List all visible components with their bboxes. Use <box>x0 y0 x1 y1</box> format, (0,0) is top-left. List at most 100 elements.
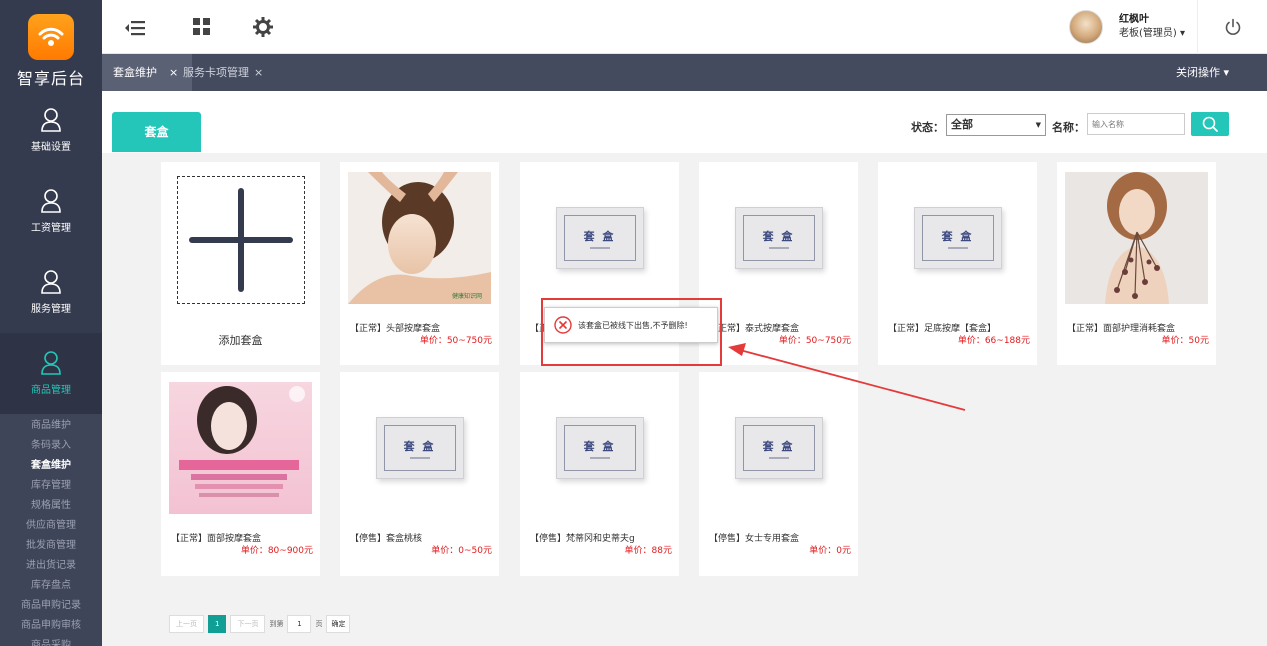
menu-item-label: 基础设置 <box>31 142 71 153</box>
submenu: 商品维护 条码录入 套盒维护 库存管理 规格属性 供应商管理 批发商管理 进出货… <box>0 414 102 646</box>
tab-box-maintenance[interactable]: 套盒维护 × <box>102 54 193 91</box>
product-price: 单价：50~750元 <box>419 336 492 346</box>
tab-service-card[interactable]: 服务卡项管理 × <box>183 54 263 91</box>
page-number-input[interactable]: 1 <box>287 615 312 633</box>
product-card[interactable]: 【正常】面部护理消耗套盒 单价：50元 <box>1057 162 1216 365</box>
status-select[interactable]: 全部 ▼ <box>946 114 1046 136</box>
product-image <box>169 382 312 514</box>
product-card[interactable]: 套 盒 【正常】足底按摩【套盒】 单价：66~188元 <box>878 162 1037 365</box>
page-1-button[interactable]: 1 <box>208 615 227 633</box>
close-operations-dropdown[interactable]: 关闭操作 ▾ <box>1176 54 1229 91</box>
avatar <box>1068 10 1103 44</box>
product-image: 套 盒 <box>528 382 671 514</box>
product-card[interactable]: 套 盒 【停售】梵蒂冈和史蒂夫g 单价：88元 <box>520 372 679 576</box>
submenu-item[interactable]: 进出货记录 <box>0 556 102 576</box>
gear-icon[interactable] <box>252 16 276 40</box>
plus-icon <box>189 188 293 292</box>
pagination: 上一页 1 下一页 到第 1 页 确定 <box>169 615 351 633</box>
search-button[interactable] <box>1191 112 1229 136</box>
submenu-item[interactable]: 供应商管理 <box>0 516 102 536</box>
product-name: 【停售】女士专用套盒 <box>709 534 800 544</box>
product-price: 单价：0~50元 <box>431 546 492 556</box>
add-box-label: 添加套盒 <box>218 334 263 347</box>
product-image: 健康知识网 <box>348 172 491 304</box>
product-card[interactable]: 套 盒 【正常】泰式按摩套盒 单价：50~750元 <box>699 162 858 365</box>
product-price: 单价：50元 <box>1161 336 1209 346</box>
prev-page-button[interactable]: 上一页 <box>169 615 204 633</box>
add-area <box>177 176 305 304</box>
tab-bar: 套盒维护 × 服务卡项管理 × 关闭操作 ▾ <box>102 54 1267 91</box>
user-icon <box>41 189 61 213</box>
product-image: 套 盒 <box>707 382 850 514</box>
logo[interactable]: 智享后台 <box>0 0 102 90</box>
submenu-item[interactable]: 商品申购审核 <box>0 616 102 636</box>
watermark: 健康知识网 <box>452 292 482 300</box>
product-price: 单价：66~188元 <box>957 336 1030 346</box>
box-title: 套 盒 <box>762 439 795 453</box>
user-name: 红枫叶 <box>1118 14 1149 25</box>
menu-item-goods[interactable]: 商品管理 <box>0 333 102 414</box>
page-unit-label: 页 <box>315 620 323 628</box>
next-page-button[interactable]: 下一页 <box>230 615 266 633</box>
name-label: 名称： <box>1052 121 1085 134</box>
submenu-item[interactable]: 商品申购记录 <box>0 596 102 616</box>
user-menu[interactable]: 红枫叶 老板(管理员) ▾ <box>1068 10 1185 44</box>
menu-item-label: 商品管理 <box>31 385 71 396</box>
box-title: 套 盒 <box>762 229 795 243</box>
add-box-card[interactable]: 添加套盒 <box>161 162 320 365</box>
product-image: 套 盒 <box>528 172 671 304</box>
product-image <box>1065 172 1208 304</box>
submenu-item[interactable]: 商品采购 <box>0 636 102 646</box>
tab-box[interactable]: 套盒 <box>112 112 201 152</box>
name-search-input[interactable] <box>1087 113 1185 135</box>
product-card[interactable]: 套 盒 【停售】女士专用套盒 单价：0元 <box>699 372 858 576</box>
box-title: 套 盒 <box>941 229 974 243</box>
tab-close-icon[interactable]: × <box>169 66 178 79</box>
product-name: 【停售】套盒桃核 <box>350 534 423 544</box>
product-price: 单价：80~900元 <box>240 546 313 556</box>
toast-message: 该套盒已被线下出售,不予删除! <box>578 320 688 330</box>
top-bar: 红枫叶 老板(管理员) ▾ <box>102 0 1267 54</box>
status-label: 状态： <box>911 121 944 134</box>
submenu-item[interactable]: 库存盘点 <box>0 576 102 596</box>
grid-icon[interactable] <box>191 16 215 40</box>
box-title: 套 盒 <box>403 439 436 453</box>
menu-item-label: 服务管理 <box>31 304 71 315</box>
user-role: 老板(管理员) ▾ <box>1118 28 1185 39</box>
product-card[interactable]: 【正常】面部按摩套盒 单价：80~900元 <box>161 372 320 576</box>
submenu-item-active[interactable]: 套盒维护 <box>0 456 102 476</box>
box-title: 套 盒 <box>583 439 616 453</box>
toolbar: 套盒 状态： 全部 ▼ 名称： <box>102 91 1267 153</box>
menu-collapse-icon[interactable] <box>121 16 145 40</box>
power-icon <box>1225 18 1240 35</box>
box-title: 套 盒 <box>583 229 616 243</box>
menu-item-basic-settings[interactable]: 基础设置 <box>0 90 102 171</box>
submenu-item[interactable]: 库存管理 <box>0 476 102 496</box>
tab-label: 套盒维护 <box>113 66 157 79</box>
tab-close-icon[interactable]: × <box>254 66 263 79</box>
product-card[interactable]: 健康知识网 【正常】头部按摩套盒 单价：50~750元 <box>340 162 499 365</box>
submenu-item[interactable]: 规格属性 <box>0 496 102 516</box>
logout-button[interactable] <box>1197 0 1267 54</box>
error-toast: 该套盒已被线下出售,不予删除! <box>544 307 718 343</box>
chevron-down-icon: ▼ <box>1035 121 1041 129</box>
product-price: 单价：88元 <box>624 546 672 556</box>
product-card[interactable]: 套 盒 【停售】套盒桃核 单价：0~50元 <box>340 372 499 576</box>
submenu-item[interactable]: 批发商管理 <box>0 536 102 556</box>
main-content: 套盒 状态： 全部 ▼ 名称： 添加套盒 健康知识网 <box>102 91 1267 646</box>
submenu-item[interactable]: 条码录入 <box>0 436 102 456</box>
product-price: 单价：0元 <box>809 546 851 556</box>
search-icon <box>1202 116 1218 132</box>
user-info: 红枫叶 老板(管理员) ▾ <box>1119 13 1185 41</box>
product-price: 单价：50~750元 <box>778 336 851 346</box>
goto-confirm-button[interactable]: 确定 <box>326 615 351 633</box>
menu-item-salary[interactable]: 工资管理 <box>0 171 102 252</box>
submenu-item[interactable]: 商品维护 <box>0 416 102 436</box>
error-icon <box>554 316 572 334</box>
product-image: 套 盒 <box>707 172 850 304</box>
sidebar: 智享后台 基础设置 工资管理 服务管理 商品管理 商品维护 条码录入 套盒维护 … <box>0 0 102 646</box>
product-name: 【正常】面部护理消耗套盒 <box>1067 324 1176 334</box>
product-name: 【停售】梵蒂冈和史蒂夫g <box>530 534 635 544</box>
product-image: 套 盒 <box>348 382 491 514</box>
menu-item-service[interactable]: 服务管理 <box>0 252 102 333</box>
